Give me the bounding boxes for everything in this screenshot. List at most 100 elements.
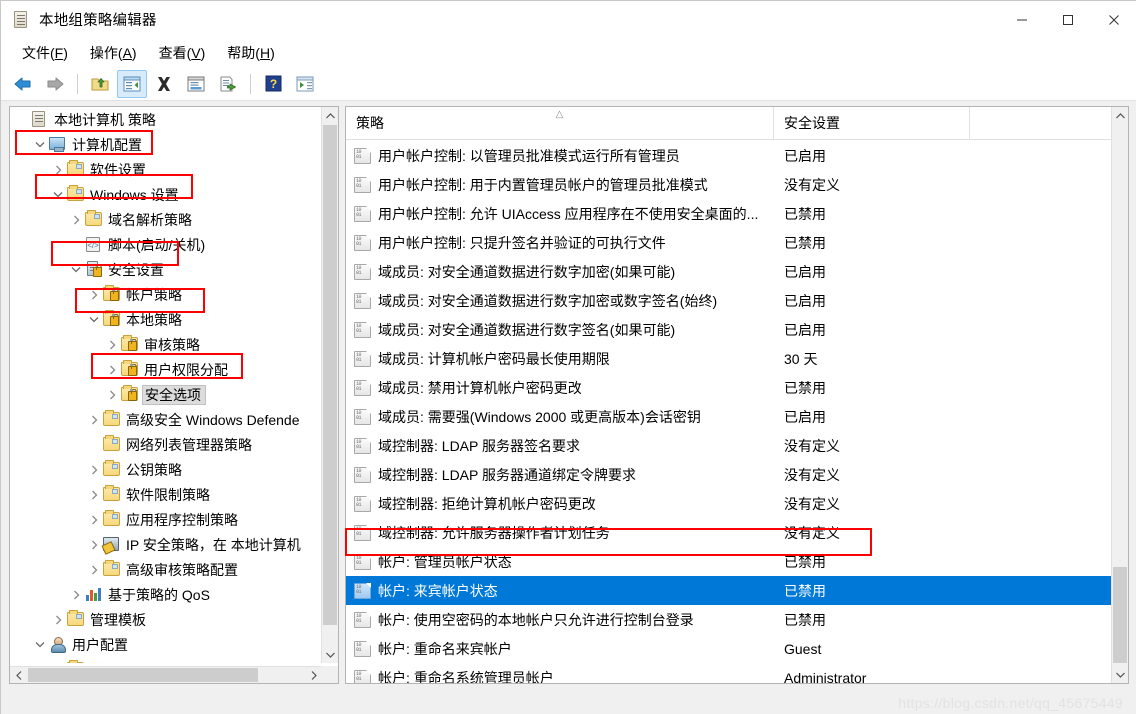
policy-rows[interactable]: 10 01 用户帐户控制: 以管理员批准模式运行所有管理员 已启用 10 01 用户帐户控制… [346, 141, 1112, 683]
tree-item[interactable]: 审核策略 [10, 332, 322, 357]
chevron-right-icon[interactable] [86, 562, 102, 578]
tree-hscroll-thumb[interactable] [28, 668, 258, 682]
tree-item[interactable]: 用户配置 [10, 632, 322, 657]
policy-row[interactable]: 10 01 用户帐户控制: 以管理员批准模式运行所有管理员 已启用 [346, 141, 1112, 170]
tree-item[interactable]: 本地计算机 策略 [10, 107, 322, 132]
tree-item[interactable]: 软件设置 [10, 657, 322, 663]
console-tree[interactable]: 本地计算机 策略 计算机配置 软件设置 Windows 设置 域名解析策略 </> 脚本(启… [10, 107, 322, 663]
tree-item[interactable]: IP 安全策略，在 本地计算机 [10, 532, 322, 557]
maximize-button[interactable] [1045, 1, 1091, 39]
policy-row[interactable]: 10 01 用户帐户控制: 允许 UIAccess 应用程序在不使用安全桌面的...… [346, 199, 1112, 228]
list-vertical-scrollbar[interactable] [1111, 107, 1128, 683]
policy-row[interactable]: 10 01 域成员: 对安全通道数据进行数字签名(如果可能) 已启用 [346, 315, 1112, 344]
tree-item[interactable]: 安全选项 [10, 382, 322, 407]
chevron-right-icon[interactable] [86, 412, 102, 428]
properties-icon[interactable] [181, 70, 211, 98]
policy-row[interactable]: 10 01 域成员: 需要强(Windows 2000 或更高版本)会话密钥 已启用 [346, 402, 1112, 431]
tree-item[interactable]: 安全设置 [10, 257, 322, 282]
policy-row[interactable]: 10 01 用户帐户控制: 只提升签名并验证的可执行文件 已禁用 [346, 228, 1112, 257]
delete-icon[interactable] [149, 70, 179, 98]
policy-row[interactable]: 10 01 帐户: 重命名系统管理员帐户 Administrator [346, 663, 1112, 683]
tree-item[interactable]: 网络列表管理器策略 [10, 432, 322, 457]
tree-item[interactable]: 公钥策略 [10, 457, 322, 482]
policy-name-label: 域成员: 对安全通道数据进行数字加密或数字签名(始终) [378, 292, 718, 309]
chevron-right-icon[interactable] [86, 462, 102, 478]
chevron-right-icon[interactable] [68, 587, 84, 603]
chevron-down-icon[interactable] [50, 187, 66, 203]
tree-item[interactable]: 应用程序控制策略 [10, 507, 322, 532]
policy-row[interactable]: 10 01 域成员: 对安全通道数据进行数字加密或数字签名(始终) 已启用 [346, 286, 1112, 315]
up-folder-icon[interactable] [85, 70, 115, 98]
menu-view[interactable]: 查看(V) [148, 40, 217, 66]
chevron-down-icon[interactable] [32, 137, 48, 153]
minimize-button[interactable] [999, 1, 1045, 39]
chevron-right-icon[interactable] [104, 337, 120, 353]
policy-row[interactable]: 10 01 域控制器: 拒绝计算机帐户密码更改 没有定义 [346, 489, 1112, 518]
policy-row[interactable]: 10 01 域控制器: 允许服务器操作者计划任务 没有定义 [346, 518, 1112, 547]
menu-help[interactable]: 帮助(H) [216, 40, 285, 66]
tree-item[interactable]: 帐户策略 [10, 282, 322, 307]
tree-item[interactable]: 软件设置 [10, 157, 322, 182]
tree-item[interactable]: 软件限制策略 [10, 482, 322, 507]
policy-row[interactable]: 10 01 域控制器: LDAP 服务器签名要求 没有定义 [346, 431, 1112, 460]
policy-row[interactable]: 10 01 域成员: 禁用计算机帐户密码更改 已禁用 [346, 373, 1112, 402]
list-scroll-down-icon[interactable] [1112, 666, 1128, 683]
chevron-right-icon[interactable] [104, 362, 120, 378]
tree-item[interactable]: 用户权限分配 [10, 357, 322, 382]
tree-item[interactable]: 管理模板 [10, 607, 322, 632]
chevron-right-icon[interactable] [50, 662, 66, 664]
tree-item[interactable]: 本地策略 [10, 307, 322, 332]
menu-action[interactable]: 操作(A) [79, 40, 148, 66]
chevron-right-icon[interactable] [86, 537, 102, 553]
tree-scroll-right-icon[interactable] [305, 667, 322, 683]
chevron-down-icon[interactable] [32, 637, 48, 653]
tree-item[interactable]: 域名解析策略 [10, 207, 322, 232]
chevron-down-icon[interactable] [68, 262, 84, 278]
policy-name-cell: 10 01 域控制器: LDAP 服务器签名要求 [346, 436, 774, 456]
tree-vertical-scrollbar[interactable] [321, 107, 338, 663]
policy-row[interactable]: 10 01 域控制器: LDAP 服务器通道绑定令牌要求 没有定义 [346, 460, 1112, 489]
tree-scroll-left-icon[interactable] [10, 667, 27, 683]
close-button[interactable] [1091, 1, 1136, 39]
column-header-security-setting[interactable]: 安全设置 [774, 107, 970, 140]
chevron-right-icon[interactable] [86, 512, 102, 528]
list-scroll-thumb[interactable] [1113, 567, 1127, 663]
column-header-policy[interactable]: △ 策略 [346, 107, 774, 140]
export-list-icon[interactable] [213, 70, 243, 98]
tree-item[interactable]: </> 脚本(启动/关机) [10, 232, 322, 257]
tree-item-label: 审核策略 [144, 336, 200, 353]
tree-item[interactable]: 基于策略的 QoS [10, 582, 322, 607]
tree-scroll-down-icon[interactable] [322, 646, 338, 663]
tree-horizontal-scrollbar[interactable] [10, 666, 322, 683]
policy-row[interactable]: 10 01 域成员: 计算机帐户密码最长使用期限 30 天 [346, 344, 1112, 373]
forward-icon[interactable] [40, 70, 70, 98]
help-icon[interactable]: ? [258, 70, 288, 98]
policy-row[interactable]: 10 01 域成员: 对安全通道数据进行数字加密(如果可能) 已启用 [346, 257, 1112, 286]
tree-item[interactable]: 高级安全 Windows Defende [10, 407, 322, 432]
tree-scroll-thumb[interactable] [323, 125, 337, 625]
chevron-right-icon[interactable] [50, 612, 66, 628]
tree-item[interactable]: Windows 设置 [10, 182, 322, 207]
chevron-right-icon[interactable] [86, 487, 102, 503]
tree-item[interactable]: 计算机配置 [10, 132, 322, 157]
security-setting-cell: 已启用 [784, 408, 826, 425]
tree-item-label: 管理模板 [90, 611, 146, 628]
policy-name-cell: 10 01 帐户: 使用空密码的本地帐户只允许进行控制台登录 [346, 610, 774, 630]
show-hide-tree-icon[interactable] [117, 69, 147, 98]
chevron-right-icon[interactable] [50, 162, 66, 178]
back-icon[interactable] [8, 70, 38, 98]
policy-row[interactable]: 10 01 帐户: 使用空密码的本地帐户只允许进行控制台登录 已禁用 [346, 605, 1112, 634]
chevron-down-icon[interactable] [86, 312, 102, 328]
tree-item[interactable]: 高级审核策略配置 [10, 557, 322, 582]
policy-row-selected[interactable]: 10 01 帐户: 来宾帐户状态 已禁用 [346, 576, 1112, 605]
tree-scroll-up-icon[interactable] [322, 107, 338, 124]
policy-row[interactable]: 10 01 用户帐户控制: 用于内置管理员帐户的管理员批准模式 没有定义 [346, 170, 1112, 199]
list-scroll-up-icon[interactable] [1112, 107, 1128, 124]
chevron-right-icon[interactable] [68, 212, 84, 228]
chevron-right-icon[interactable] [86, 287, 102, 303]
menu-file[interactable]: 文件(F) [11, 40, 79, 66]
policy-row[interactable]: 10 01 帐户: 重命名来宾帐户 Guest [346, 634, 1112, 663]
show-details-icon[interactable] [290, 70, 320, 98]
chevron-right-icon[interactable] [104, 387, 120, 403]
policy-row[interactable]: 10 01 帐户: 管理员帐户状态 已禁用 [346, 547, 1112, 576]
